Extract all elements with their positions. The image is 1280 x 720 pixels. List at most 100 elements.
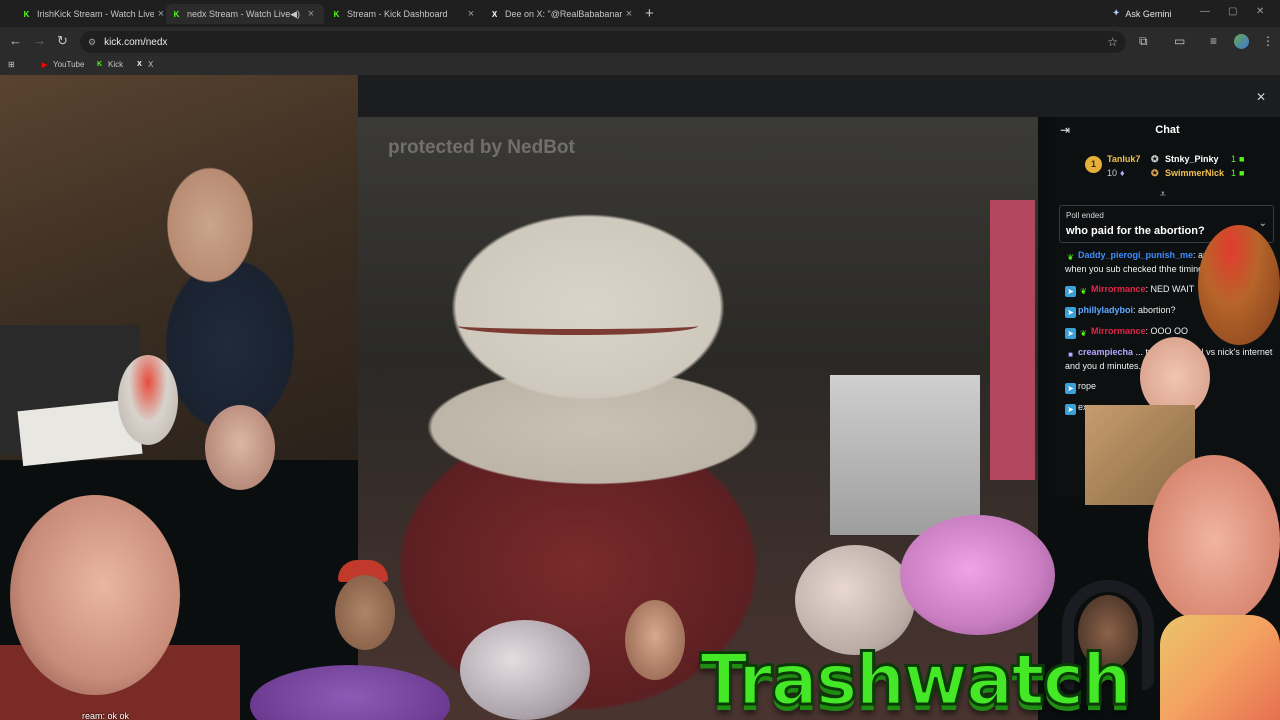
kick-badge-icon: ➤: [1065, 383, 1076, 394]
browser-toolbar: ← → ↻ ⚙ kick.com/nedx ☆ ⧉ ▭ ≡ ⋮: [0, 27, 1280, 57]
forward-icon[interactable]: →: [33, 33, 46, 48]
kick-icon: K: [23, 9, 30, 19]
profile-avatar[interactable]: [1234, 34, 1249, 49]
back-icon[interactable]: ←: [9, 33, 22, 48]
chat-text: rope: [1078, 381, 1097, 391]
bookmark-x[interactable]: X X: [135, 60, 153, 69]
chat-text: : NED WAIT: [1145, 284, 1195, 294]
face-cutout: [335, 575, 395, 650]
webcam-overlay: [0, 75, 358, 467]
site-info-icon[interactable]: ⚙: [88, 37, 96, 48]
new-tab-button[interactable]: +: [645, 5, 654, 22]
browser-tab-x[interactable]: X Dee on X: "@RealBababanaras ×: [484, 4, 642, 24]
leader-name[interactable]: Stnky_Pinky: [1165, 154, 1219, 164]
menu-icon[interactable]: ⋮: [1262, 34, 1274, 48]
chevron-down-icon[interactable]: ⌄: [1259, 218, 1267, 229]
chat-text: : abortion?: [1133, 305, 1176, 315]
kick-badge-icon: ➤: [1065, 286, 1076, 297]
sub-badge-icon: ■: [1068, 350, 1073, 359]
gemini-label: Ask Gemini: [1125, 8, 1172, 19]
tab-strip: K IrishKick Stream - Watch Live o × K ne…: [0, 0, 1280, 27]
tab-title: IrishKick Stream - Watch Live o: [37, 9, 154, 19]
cast-icon[interactable]: ▭: [1174, 34, 1185, 48]
bookmark-label: Kick: [108, 60, 124, 69]
leaf-badge-icon: ❦: [1080, 287, 1087, 296]
gemini-icon: ✦: [1112, 8, 1121, 19]
leader-count: 1: [1231, 154, 1237, 164]
close-icon[interactable]: ×: [464, 8, 478, 20]
expand-leaderboard-icon[interactable]: ⩡: [1160, 189, 1166, 200]
silver-crown-icon: ✪: [1151, 154, 1159, 164]
gift-icon: ■: [1239, 154, 1245, 164]
apps-icon[interactable]: ⊞: [8, 60, 15, 69]
close-icon[interactable]: ×: [304, 8, 318, 20]
chat-username[interactable]: phillyladyboi: [1078, 305, 1133, 315]
bookmark-star-icon[interactable]: ☆: [1107, 35, 1118, 49]
bag-cutout: [460, 620, 590, 720]
chat-title: Chat: [1155, 124, 1180, 136]
close-icon[interactable]: ✕: [1256, 90, 1266, 104]
tab-title: nedx Stream - Watch Live o: [187, 9, 291, 19]
face-cutout: [205, 405, 275, 490]
kick-icon: K: [333, 9, 340, 19]
leaf-badge-icon: ❦: [1067, 253, 1074, 262]
browser-tab-irishkick[interactable]: K IrishKick Stream - Watch Live o ×: [16, 4, 174, 24]
chat-username[interactable]: Mirrormance: [1091, 326, 1146, 336]
kick-stream-page: ✕ protected by NedBot ⇥ Chat 1 Tanluk7 1…: [0, 75, 1280, 720]
chat-username[interactable]: creampiecha: [1078, 347, 1133, 357]
rank-badge: 1: [1085, 156, 1102, 173]
gift-leaderboard: 1 Tanluk7 10 ♦ ✪ Stnky_Pinky 1 ■ ✪ Swimm…: [1085, 153, 1275, 189]
kick-icon: K: [96, 61, 103, 68]
face-cutout: [625, 600, 685, 680]
kick-icon: K: [173, 9, 180, 19]
face-cutout: [10, 495, 180, 695]
leader-name[interactable]: SwimmerNick: [1165, 168, 1224, 178]
kick-badge-icon: ➤: [1065, 328, 1076, 339]
bronze-crown-icon: ✪: [1151, 168, 1159, 178]
browser-tab-nedx[interactable]: K nedx Stream - Watch Live o ◀) ×: [166, 4, 324, 24]
chat-username[interactable]: Daddy_pierogi_punish_me: [1078, 250, 1193, 260]
bookmarks-bar: ⊞ ▶ YouTube K Kick X X: [0, 57, 1280, 75]
poll-question: who paid for the abortion?: [1066, 225, 1205, 237]
x-icon: X: [491, 9, 498, 19]
gift-icon: ■: [1239, 168, 1245, 178]
appliance-prop: [830, 375, 980, 535]
leaf-badge-icon: ❦: [1080, 329, 1087, 338]
minimize-icon[interactable]: —: [1200, 6, 1210, 17]
close-window-icon[interactable]: ✕: [1256, 6, 1264, 17]
url-text: kick.com/nedx: [104, 36, 168, 48]
chat-text: : OOO OO: [1145, 326, 1189, 336]
bookmark-label: X: [148, 60, 154, 69]
stream-watermark: protected by NedBot: [388, 137, 575, 158]
close-icon[interactable]: ×: [622, 8, 636, 20]
media-controls-icon[interactable]: ≡: [1210, 34, 1217, 48]
ask-gemini-button[interactable]: ✦ Ask Gemini: [1104, 5, 1179, 22]
stream-caption: ream: ok ok: [82, 711, 130, 720]
bookmark-label: YouTube: [53, 60, 85, 69]
reload-icon[interactable]: ↻: [57, 33, 68, 49]
bookmark-kick[interactable]: K Kick: [95, 60, 123, 69]
address-bar[interactable]: ⚙ kick.com/nedx ☆: [80, 31, 1126, 53]
x-icon: X: [137, 61, 142, 68]
face-cutout: [1148, 455, 1280, 625]
cabinet-prop: [990, 200, 1035, 480]
player-top-bar: [358, 75, 1280, 117]
shirt-cutout: [1160, 615, 1280, 720]
tab-title: Stream - Kick Dashboard: [347, 9, 448, 19]
trashwatch-logo: Trashwatch: [698, 638, 1133, 720]
leader-name[interactable]: Tanluk7: [1107, 154, 1140, 164]
kick-badge-icon: ➤: [1065, 307, 1076, 318]
tab-title: Dee on X: "@RealBababanaras: [505, 9, 622, 19]
kick-badge-icon: ➤: [1065, 404, 1076, 415]
bookmark-youtube[interactable]: ▶ YouTube: [40, 60, 85, 69]
browser-tab-dashboard[interactable]: K Stream - Kick Dashboard ×: [326, 4, 484, 24]
extensions-icon[interactable]: ⧉: [1139, 34, 1148, 49]
restore-icon[interactable]: ▢: [1228, 6, 1237, 17]
speaker-icon[interactable]: ◀): [290, 9, 300, 20]
leader-count: 10: [1107, 168, 1118, 178]
rooster-image: [118, 355, 178, 445]
hat-band: [458, 317, 698, 335]
gift-icon: ♦: [1120, 168, 1125, 178]
leader-count: 1: [1231, 168, 1237, 178]
chat-username[interactable]: Mirrormance: [1091, 284, 1146, 294]
